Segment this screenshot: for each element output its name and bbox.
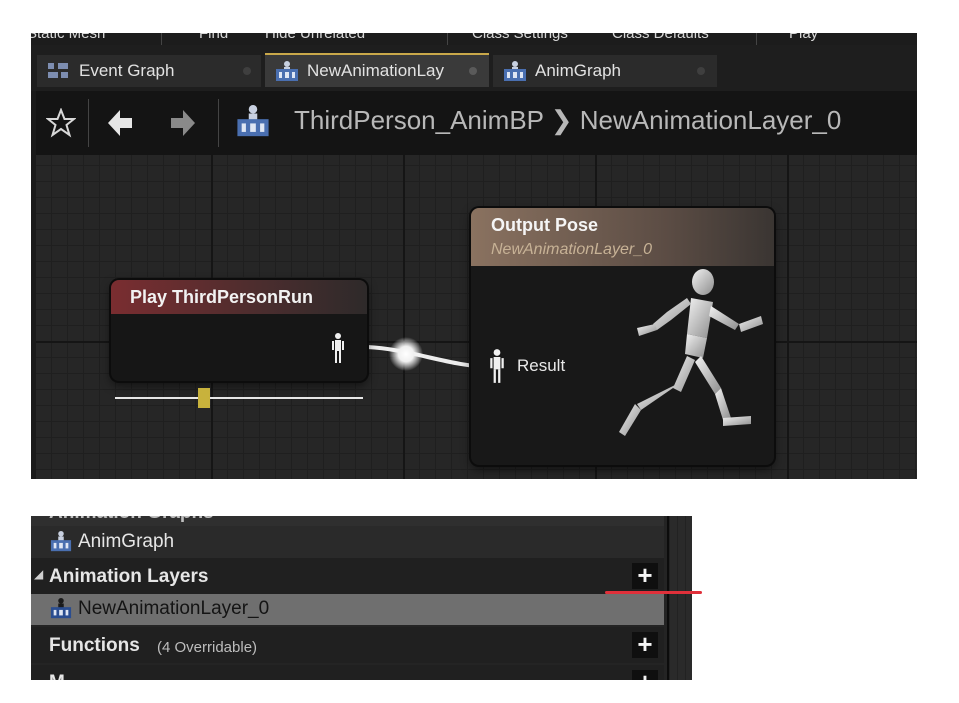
item-label: NewAnimationLayer_0 — [78, 598, 270, 619]
add-animation-layer-button[interactable]: + — [632, 562, 658, 589]
anim-layer-icon — [50, 598, 72, 619]
play-rate-slider[interactable] — [115, 397, 363, 399]
slider-handle[interactable] — [198, 388, 211, 408]
section-label: Animation Graphs — [49, 516, 214, 524]
layer-item-new-animation-layer[interactable]: NewAnimationLayer_0 — [31, 594, 664, 625]
output-pose-node[interactable]: Output Pose NewAnimationLayer_0 — [471, 208, 774, 465]
section-label: Functions — [49, 635, 140, 656]
graph-item-animgraph[interactable]: AnimGraph — [31, 526, 664, 558]
blueprint-editor: Static Mesh Find Hide Unrelated Class Se… — [31, 33, 917, 479]
my-blueprint-panel: Animation Graphs AnimGraph ◢ Animation L… — [31, 516, 692, 680]
pose-output-pin-icon[interactable] — [332, 332, 344, 364]
result-input-pin-icon[interactable] — [490, 348, 504, 384]
section-header-animation-layers[interactable]: ◢ Animation Layers + — [31, 558, 664, 594]
panel-scrollbar[interactable] — [667, 516, 692, 680]
add-function-button[interactable]: + — [632, 631, 658, 658]
mannequin-preview-icon — [619, 269, 763, 436]
section-header-functions[interactable]: Functions (4 Overridable) + — [31, 627, 664, 663]
section-label: Animation Layers — [49, 566, 209, 587]
result-pin-label: Result — [517, 356, 566, 375]
node-title: Output Pose — [491, 215, 598, 235]
play-animation-node[interactable]: Play ThirdPersonRun — [111, 280, 367, 381]
section-label: M — [49, 672, 65, 680]
add-macro-button[interactable]: + — [632, 670, 658, 680]
collapse-arrow-icon[interactable]: ◢ — [34, 567, 43, 581]
section-header-macros[interactable]: M + — [31, 665, 664, 680]
node-header: Output Pose NewAnimationLayer_0 — [471, 208, 774, 266]
anim-graph-icon — [50, 531, 72, 552]
section-header-animation-graphs[interactable]: Animation Graphs — [31, 516, 664, 526]
node-subtitle: NewAnimationLayer_0 — [491, 241, 652, 258]
item-label: AnimGraph — [78, 531, 175, 552]
node-title: Play ThirdPersonRun — [111, 280, 367, 314]
section-note: (4 Overridable) — [157, 639, 258, 656]
annotation-underline — [605, 591, 702, 594]
